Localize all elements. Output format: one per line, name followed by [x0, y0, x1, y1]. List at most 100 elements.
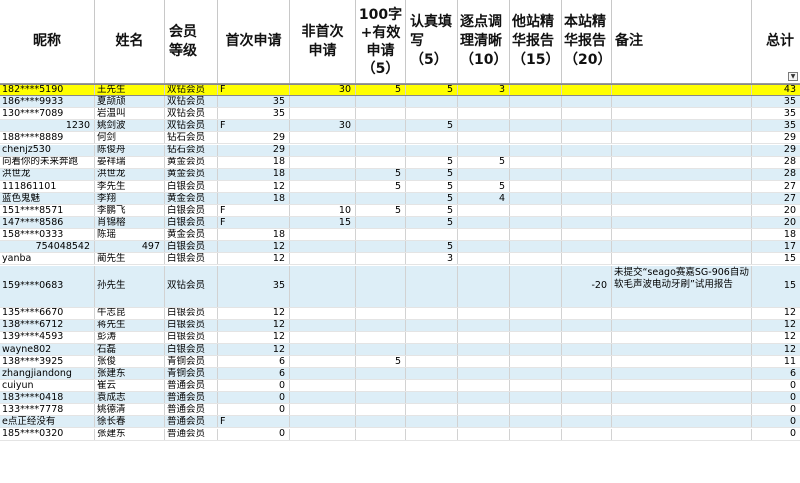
filter-dropdown-icon[interactable]: ▼	[788, 72, 798, 81]
cell-other[interactable]	[510, 120, 562, 132]
cell-nick[interactable]: 133****7778	[0, 404, 95, 416]
table-row[interactable]: zhangjiandong 张建东 青铜会员 6 6	[0, 368, 800, 381]
cell-note[interactable]	[612, 368, 752, 380]
cell-clear[interactable]	[458, 205, 510, 217]
cell-nick[interactable]: 754048542	[0, 241, 95, 253]
cell-ours[interactable]	[562, 108, 612, 120]
table-row[interactable]: 159****0683 孙先生 双钻会员 35 -20 未提交“seago赛嘉SG-906…	[0, 265, 800, 308]
cell-total[interactable]: 15	[752, 266, 800, 307]
table-row[interactable]: 188****8889 何剑 钻石会员 29 29	[0, 132, 800, 145]
cell-nick[interactable]: 147****8586	[0, 217, 95, 229]
cell-other[interactable]	[510, 319, 562, 331]
cell-note[interactable]	[612, 156, 752, 168]
cell-careful[interactable]	[406, 355, 458, 367]
cell-other[interactable]	[510, 85, 562, 96]
cell-other[interactable]	[510, 156, 562, 168]
cell-careful[interactable]: 5	[406, 217, 458, 229]
cell-ours[interactable]	[562, 217, 612, 229]
header-first-apply[interactable]: 首次申请	[218, 0, 290, 83]
cell-level[interactable]: 白银会员	[165, 307, 218, 319]
cell-nick[interactable]: 蓝色鬼魅	[0, 192, 95, 204]
cell-clear[interactable]	[458, 416, 510, 428]
cell-nonfirst[interactable]: 30	[290, 120, 356, 132]
cell-clear[interactable]	[458, 307, 510, 319]
cell-total[interactable]: 0	[752, 416, 800, 427]
cell-name[interactable]: 袁成志	[95, 392, 165, 404]
cell-name[interactable]: 肖锦榕	[95, 217, 165, 229]
cell-ours[interactable]	[562, 229, 612, 241]
cell-careful[interactable]	[406, 144, 458, 156]
cell-careful[interactable]	[406, 319, 458, 331]
cell-careful[interactable]: 5	[406, 120, 458, 132]
cell-careful[interactable]	[406, 108, 458, 120]
table-row[interactable]: 185****0320 张建东 普通会员 0 0	[0, 428, 800, 441]
table-row[interactable]: 754048542 497 白银会员 12 5 17	[0, 241, 800, 254]
cell-name[interactable]: 陈俊舟	[95, 144, 165, 156]
cell-first[interactable]: 18	[218, 192, 290, 204]
cell-name[interactable]: 蔺先生	[95, 253, 165, 265]
cell-level[interactable]: 青铜会员	[165, 355, 218, 367]
cell-careful[interactable]	[406, 132, 458, 144]
table-row[interactable]: 130****7089 岩温叫 双钻会员 35 35	[0, 108, 800, 121]
cell-first[interactable]: 12	[218, 343, 290, 355]
cell-other[interactable]	[510, 229, 562, 241]
cell-ours[interactable]	[562, 416, 612, 428]
cell-level[interactable]: 双钻会员	[165, 265, 218, 307]
cell-valid100[interactable]: 5	[356, 355, 406, 367]
cell-level[interactable]: 钻石会员	[165, 132, 218, 144]
cell-ours[interactable]	[562, 343, 612, 355]
cell-level[interactable]: 双钻会员	[165, 85, 218, 96]
cell-note[interactable]	[612, 205, 752, 217]
cell-nick[interactable]: 向着你的未来奔跑	[0, 156, 95, 168]
cell-nonfirst[interactable]	[290, 265, 356, 307]
cell-clear[interactable]	[458, 132, 510, 144]
cell-careful[interactable]: 3	[406, 253, 458, 265]
cell-valid100[interactable]	[356, 331, 406, 343]
cell-nonfirst[interactable]	[290, 180, 356, 192]
cell-name[interactable]: 徐长春	[95, 416, 165, 428]
cell-first[interactable]: 12	[218, 241, 290, 253]
cell-other[interactable]	[510, 168, 562, 180]
cell-total[interactable]: 6	[752, 368, 800, 379]
cell-other[interactable]	[510, 416, 562, 428]
table-row[interactable]: 洪世龙 洪世龙 黄金会员 18 5 5 28	[0, 168, 800, 181]
cell-level[interactable]: 白银会员	[165, 331, 218, 343]
cell-clear[interactable]	[458, 404, 510, 416]
cell-first[interactable]: 12	[218, 307, 290, 319]
cell-other[interactable]	[510, 192, 562, 204]
cell-level[interactable]: 黄金会员	[165, 192, 218, 204]
cell-valid100[interactable]	[356, 416, 406, 428]
cell-careful[interactable]	[406, 96, 458, 108]
cell-other[interactable]	[510, 428, 562, 440]
cell-first[interactable]: 35	[218, 96, 290, 108]
cell-other[interactable]	[510, 343, 562, 355]
cell-nonfirst[interactable]	[290, 253, 356, 265]
cell-total[interactable]: 29	[752, 132, 800, 143]
cell-ours[interactable]	[562, 428, 612, 440]
cell-note[interactable]	[612, 229, 752, 241]
cell-note[interactable]	[612, 180, 752, 192]
cell-name[interactable]: 崔云	[95, 380, 165, 392]
cell-level[interactable]: 白银会员	[165, 205, 218, 217]
table-row[interactable]: 138****6712 蒋先生 白银会员 12 12	[0, 319, 800, 332]
cell-total[interactable]: 17	[752, 241, 800, 252]
table-row[interactable]: cuiyun 崔云 普通会员 0 0	[0, 380, 800, 393]
cell-total[interactable]: 0	[752, 404, 800, 415]
cell-careful[interactable]: 5	[406, 180, 458, 192]
table-row[interactable]: 1230 姚剑波 双钻会员 F 30 5 35	[0, 120, 800, 133]
cell-clear[interactable]	[458, 392, 510, 404]
cell-ours[interactable]	[562, 307, 612, 319]
cell-careful[interactable]	[406, 343, 458, 355]
cell-name[interactable]: 王先生	[95, 85, 165, 96]
table-row[interactable]: 151****8571 李鹏飞 白银会员 F 10 5 5 20	[0, 205, 800, 218]
cell-other[interactable]	[510, 205, 562, 217]
cell-nick[interactable]: wayne802	[0, 343, 95, 355]
cell-first[interactable]: 0	[218, 380, 290, 392]
table-row[interactable]: 183****0418 袁成志 普通会员 0 0	[0, 392, 800, 405]
cell-valid100[interactable]	[356, 368, 406, 380]
cell-first[interactable]: 18	[218, 229, 290, 241]
table-row[interactable]: 182****5190 王先生 双钻会员 F 30 5 5 3 43	[0, 84, 800, 97]
cell-name[interactable]: 张建东	[95, 368, 165, 380]
cell-total[interactable]: 29	[752, 145, 800, 156]
table-row[interactable]: 111861101 李先生 白银会员 12 5 5 5 27	[0, 180, 800, 193]
